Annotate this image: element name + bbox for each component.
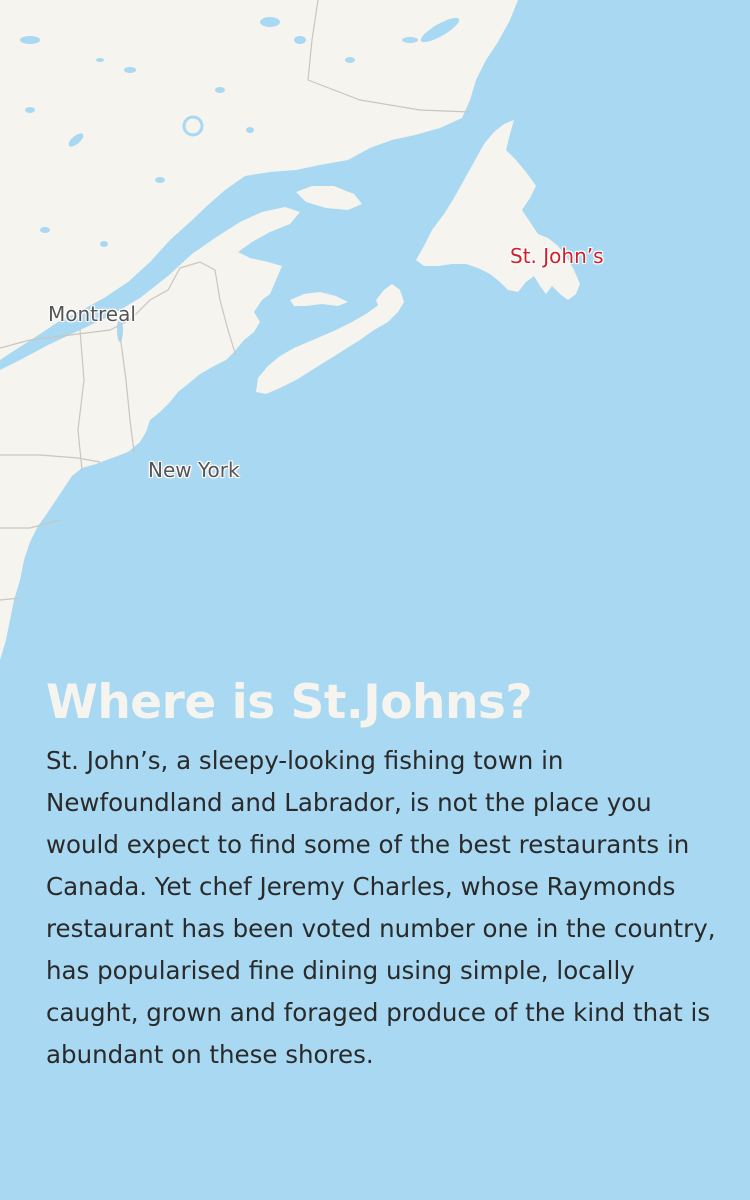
map[interactable]: Montreal New York St. John’s bbox=[0, 0, 750, 700]
article-title: Where is St.Johns? bbox=[46, 675, 533, 730]
map-label-new-york[interactable]: New York bbox=[148, 458, 240, 482]
map-label-montreal[interactable]: Montreal bbox=[48, 302, 136, 326]
article: Where is St.Johns? St. John’s, a sleepy-… bbox=[46, 672, 716, 1076]
map-label-st-johns[interactable]: St. John’s bbox=[510, 244, 604, 268]
article-body: St. John’s, a sleepy-looking fishing tow… bbox=[46, 746, 716, 1069]
map-canvas bbox=[0, 0, 750, 700]
